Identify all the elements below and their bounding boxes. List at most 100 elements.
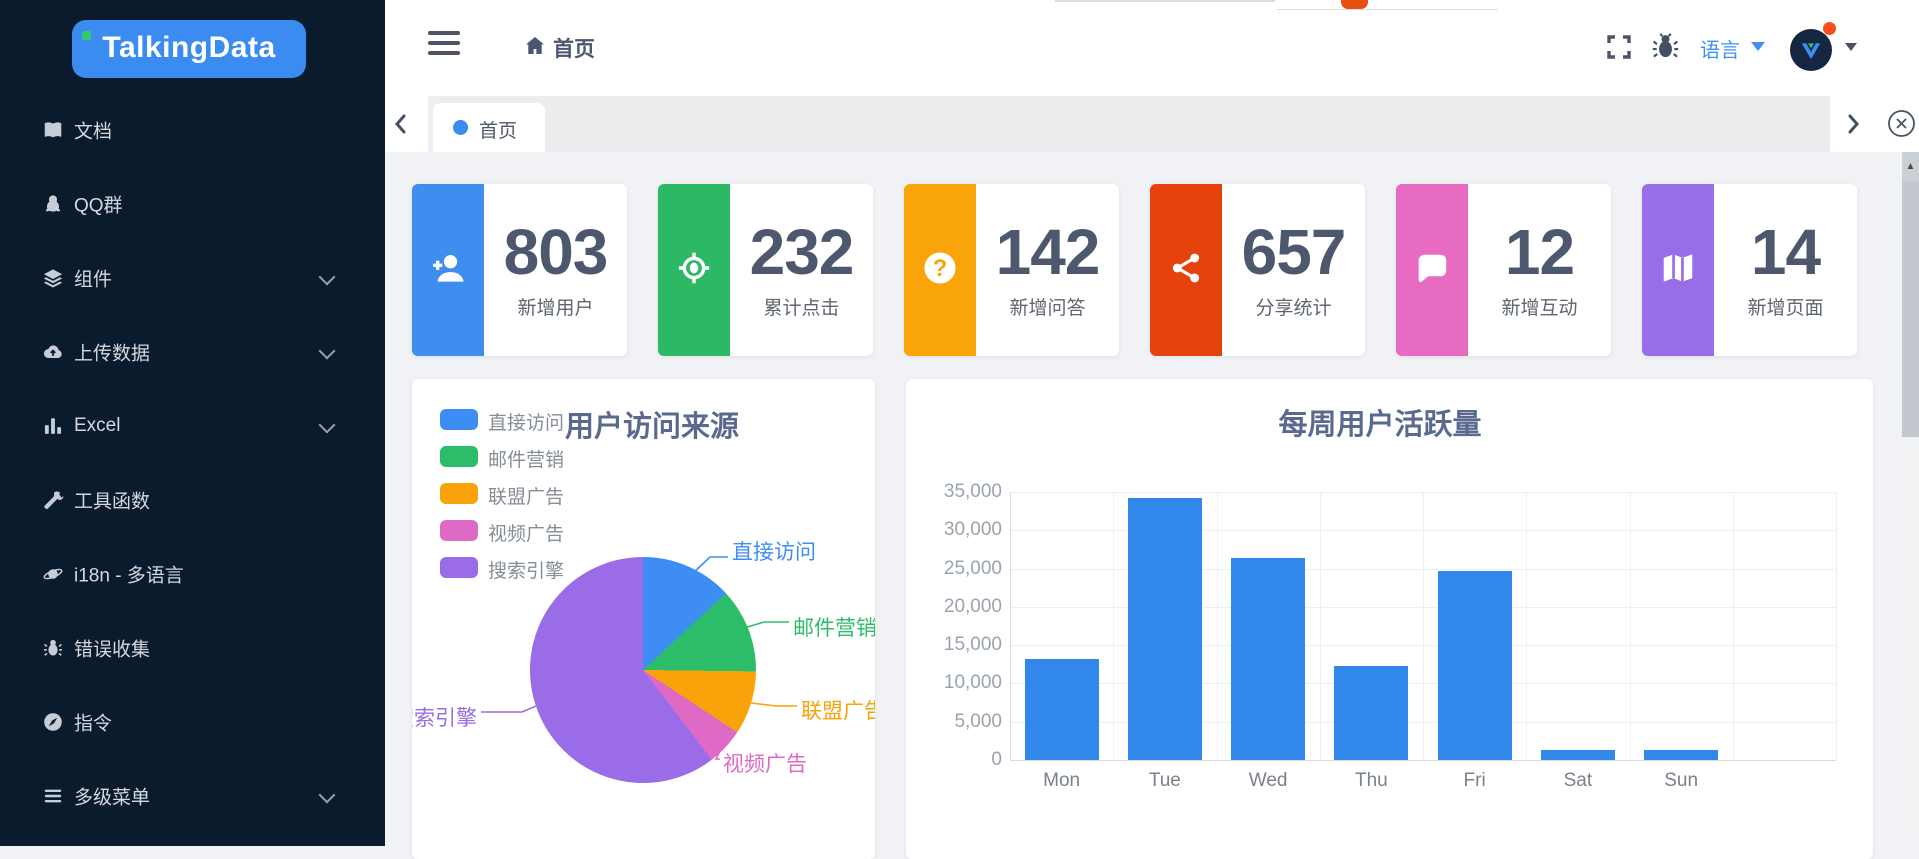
hamburger-menu-icon[interactable] (428, 31, 460, 57)
gridline (1836, 492, 1837, 760)
gridline (1320, 492, 1321, 760)
gridline (1423, 492, 1424, 760)
chevron-down-icon (319, 343, 336, 360)
stat-card-icon-panel (658, 184, 730, 356)
cloud-upload-icon (42, 341, 64, 363)
x-axis-tick-label: Tue (1123, 770, 1207, 792)
sidebar: TalkingData 文档QQ群组件上传数据Excel工具函数i18n - 多… (0, 0, 385, 846)
legend-swatch (440, 557, 478, 578)
avatar[interactable] (1790, 29, 1832, 71)
close-tabs-icon[interactable] (1887, 109, 1916, 138)
pie-slice-label: 联盟广告 (801, 695, 875, 725)
x-axis-tick-label: Fri (1433, 770, 1517, 792)
y-axis-tick-label: 5,000 (910, 711, 1002, 733)
notification-dot (1823, 22, 1836, 35)
planet-icon (42, 563, 64, 585)
language-caret-down-icon[interactable] (1751, 42, 1765, 51)
book-icon (42, 119, 64, 141)
tabs-scroll-right-button[interactable] (1843, 113, 1863, 135)
tabs-scroll-left-button[interactable] (391, 113, 411, 135)
legend-swatch (440, 520, 478, 541)
tab-active-dot (453, 120, 468, 135)
bug-icon (42, 637, 64, 659)
sidebar-item-10[interactable]: 多级菜单 (0, 759, 385, 833)
x-axis-tick-label: Mon (1020, 770, 1104, 792)
chevron-down-icon (319, 787, 336, 804)
y-axis-tick-label: 35,000 (910, 481, 1002, 503)
tab-home[interactable]: 首页 (433, 103, 545, 152)
bar (1334, 666, 1408, 760)
hammer-icon (42, 489, 64, 511)
gridline (1630, 492, 1631, 760)
bar (1025, 659, 1099, 760)
scrollbar-up-button[interactable]: ▲ (1902, 152, 1919, 182)
overlay-artifact-orange-tab (1341, 0, 1368, 9)
sidebar-item-2[interactable]: QQ群 (0, 167, 385, 241)
pie-slice-label: 邮件营销 (793, 612, 875, 642)
qq-icon (42, 193, 64, 215)
bug-icon[interactable] (1650, 31, 1681, 62)
gridline (1526, 492, 1527, 760)
sidebar-item-6[interactable]: 工具函数 (0, 463, 385, 537)
legend-label: 联盟广告 (488, 482, 564, 509)
x-axis-tick-label: Sat (1536, 770, 1620, 792)
stat-card-icon-panel (1642, 184, 1714, 356)
legend-label: 邮件营销 (488, 445, 564, 472)
tab-bar: 首页 (385, 96, 1919, 153)
stat-card-label: 分享统计 (1255, 293, 1331, 320)
share-icon (1167, 249, 1205, 292)
gridline (1733, 492, 1734, 760)
question-icon: ? (921, 249, 959, 292)
bar-chart-icon (42, 415, 64, 437)
sidebar-item-7[interactable]: i18n - 多语言 (0, 537, 385, 611)
avatar-caret-down-icon[interactable] (1845, 43, 1857, 51)
legend-label: 搜索引擎 (488, 556, 564, 583)
bar (1541, 750, 1615, 760)
legend-label: 直接访问 (488, 408, 564, 435)
stat-card-label: 新增问答 (1009, 293, 1085, 320)
vertical-scrollbar[interactable]: ▲ (1902, 152, 1919, 846)
stat-card-value: 232 (750, 220, 854, 284)
stat-card-4: 657分享统计 (1150, 184, 1365, 356)
pie-slice-label: 视频广告 (723, 748, 807, 778)
sidebar-menu: 文档QQ群组件上传数据Excel工具函数i18n - 多语言错误收集指令多级菜单 (0, 93, 385, 846)
gridline (1217, 492, 1218, 760)
y-axis-tick-label: 25,000 (910, 558, 1002, 580)
sidebar-item-5[interactable]: Excel (0, 389, 385, 463)
sidebar-item-8[interactable]: 错误收集 (0, 611, 385, 685)
x-axis-tick-label: Sun (1639, 770, 1723, 792)
scrollbar-thumb[interactable] (1902, 182, 1919, 437)
home-icon[interactable] (523, 34, 547, 63)
target-icon (675, 249, 713, 292)
legend-swatch (440, 446, 478, 467)
stat-card-label: 新增互动 (1501, 293, 1577, 320)
top-header: 首页 语言 (385, 0, 1919, 97)
stat-card-2: 232累计点击 (658, 184, 873, 356)
chat-icon (1413, 249, 1451, 292)
y-axis-tick-label: 15,000 (910, 634, 1002, 656)
sidebar-item-4[interactable]: 上传数据 (0, 315, 385, 389)
sidebar-item-9[interactable]: 指令 (0, 685, 385, 759)
stat-card-icon-panel (412, 184, 484, 356)
bar (1128, 498, 1202, 760)
stat-card-5: 12新增互动 (1396, 184, 1611, 356)
stat-card-icon-panel: ? (904, 184, 976, 356)
overlay-artifact-edge (1055, 0, 1275, 2)
sidebar-item-3[interactable]: 组件 (0, 241, 385, 315)
y-axis-tick-label: 30,000 (910, 519, 1002, 541)
bar-chart-panel: 每周用户活跃量 35,00030,00025,00020,00015,00010… (906, 379, 1873, 859)
chevron-down-icon (319, 417, 336, 434)
breadcrumb[interactable]: 首页 (553, 33, 595, 63)
fullscreen-icon[interactable] (1605, 33, 1633, 61)
y-axis-tick-label: 0 (910, 749, 1002, 771)
app-logo[interactable]: TalkingData (72, 20, 306, 78)
language-selector[interactable]: 语言 (1700, 34, 1740, 63)
bar (1644, 750, 1718, 760)
sidebar-item-1[interactable]: 文档 (0, 93, 385, 167)
layers-icon (42, 267, 64, 289)
pie-slice-label: 直接访问 (732, 536, 816, 566)
bar (1231, 558, 1305, 760)
svg-text:?: ? (933, 255, 948, 282)
pie-chart-title: 用户访问来源 (565, 403, 739, 445)
gridline (1010, 760, 1836, 761)
